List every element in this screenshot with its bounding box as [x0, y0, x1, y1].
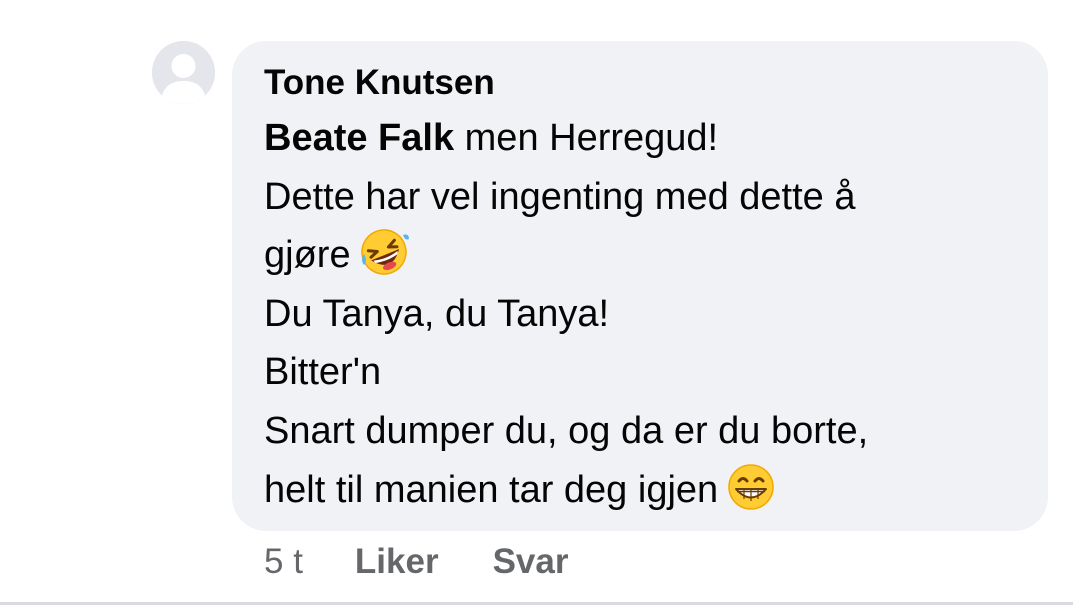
comment-line-3: gjøre: [264, 226, 1048, 285]
reply-button[interactable]: Svar: [493, 542, 569, 582]
comment-line-1: Beate Falk men Herregud!: [264, 109, 1048, 168]
comment-actions: 5 t Liker Svar: [264, 540, 568, 584]
comment-line-7-text: helt til manien tar deg igjen: [264, 468, 719, 511]
comment-line-2: Dette har vel ingenting med dette å: [264, 175, 856, 218]
divider: [0, 602, 1073, 605]
avatar[interactable]: [152, 41, 215, 104]
rolling-on-floor-laughing-emoji-icon: [359, 227, 409, 277]
comment-bubble: Tone Knutsen Beate Falk men Herregud! De…: [232, 41, 1048, 531]
comment-timestamp[interactable]: 5 t: [264, 542, 303, 582]
mention-link[interactable]: Beate Falk: [264, 117, 454, 159]
comment-author[interactable]: Tone Knutsen: [264, 61, 1048, 105]
comment-line-3-text: gjøre: [264, 234, 351, 277]
grinning-face-emoji-icon: [726, 462, 776, 512]
default-profile-icon: [152, 41, 215, 104]
comment-line-4: Du Tanya, du Tanya!: [264, 292, 610, 335]
comment-line-1-text: men Herregud!: [454, 117, 719, 159]
comment-line-5: Bitter'n: [264, 351, 382, 394]
like-button[interactable]: Liker: [355, 542, 439, 582]
comment-line-6: Snart dumper du, og da er du borte,: [264, 409, 869, 452]
comment-line-7: helt til manien tar deg igjen: [264, 461, 1048, 520]
comment-text: Beate Falk men Herregud! Dette har vel i…: [264, 109, 1048, 519]
